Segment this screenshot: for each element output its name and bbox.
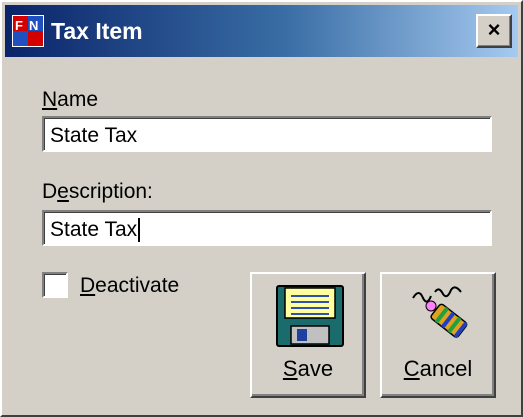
close-button[interactable]: × [476,14,512,48]
save-button[interactable]: Save [250,272,366,398]
deactivate-label[interactable]: Deactivate [80,274,179,298]
svg-text:F: F [15,18,23,33]
window-title: Tax Item [51,18,143,44]
name-field-value: State Tax [50,124,138,147]
name-field[interactable]: State Tax [42,116,492,152]
name-label: Name [42,88,99,111]
title-bar[interactable]: F N Tax Item × [5,5,518,57]
deactivate-checkbox[interactable] [42,272,68,298]
firecracker-icon [412,286,468,339]
tax-item-dialog: F N Tax Item × Name State Tax Descriptio… [0,0,523,417]
description-field-value: State Tax [50,218,138,241]
save-button-label: Save [282,356,334,381]
floppy-disk-icon [276,285,344,347]
description-label: Description: [42,180,153,203]
close-icon: × [487,17,501,42]
text-caret [138,218,141,243]
cancel-button-label: Cancel [403,356,473,381]
cancel-button[interactable]: Cancel [380,272,496,398]
app-icon: F N [12,15,44,47]
svg-text:N: N [29,18,38,33]
description-field[interactable]: State Tax [42,210,492,246]
